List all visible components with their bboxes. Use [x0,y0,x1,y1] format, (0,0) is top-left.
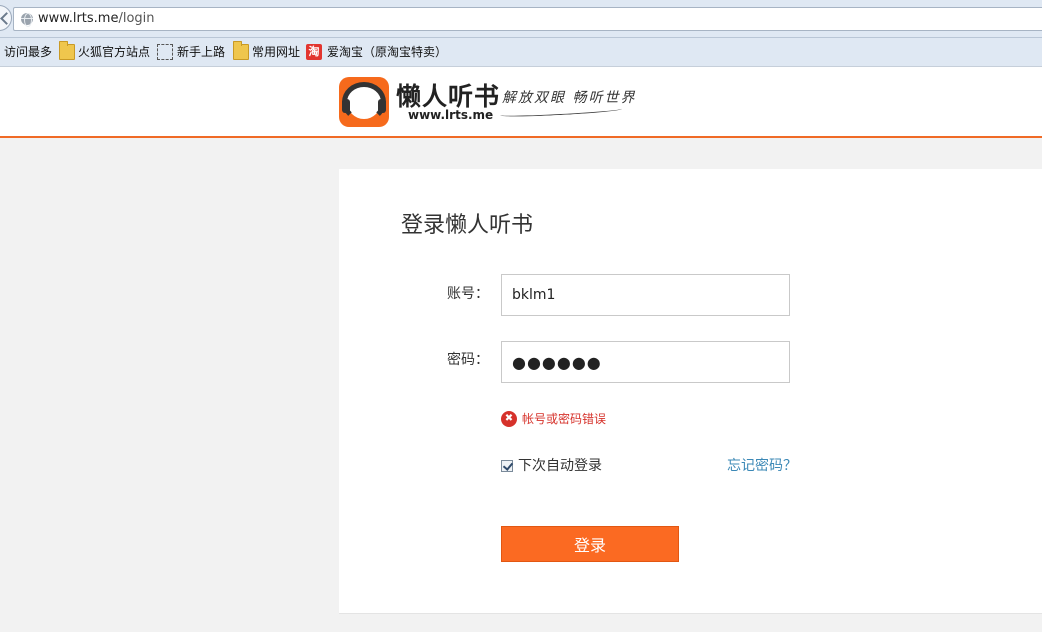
login-card: 登录懒人听书 账号： 密码： ✖ 帐号或密码错误 下次自动登录 忘记密码？ 登录 [339,169,1042,614]
slogan-swoosh [499,105,623,119]
address-field[interactable]: www.lrts.me/login [13,7,1042,31]
back-arrow-icon[interactable] [0,5,12,31]
remember-me-checkbox[interactable] [501,460,513,472]
bookmark-common-sites[interactable]: 常用网址 [252,44,300,61]
account-input[interactable] [501,274,790,316]
url-text[interactable]: www.lrts.me/login [38,10,155,28]
folder-icon [233,41,249,60]
lrts-logo-icon[interactable] [339,77,389,127]
login-button[interactable]: 登录 [501,526,679,562]
logo-domain: www.lrts.me [408,108,494,122]
folder-icon [59,41,75,60]
logo-earcup-right [378,99,386,113]
browser-url-bar: www.lrts.me/login [0,0,1042,38]
remember-me-label[interactable]: 下次自动登录 [518,457,602,475]
password-input[interactable] [501,341,790,383]
globe-icon [21,13,33,27]
password-label: 密码： [447,352,489,368]
taobao-icon: 淘 [306,44,322,60]
page-title: 登录懒人听书 [401,213,534,238]
url-host: www.lrts.me [38,11,119,26]
logo-slogan: 解放双眼 畅听世界 [502,90,637,106]
url-path: /login [118,11,155,26]
error-icon: ✖ [501,411,517,427]
dashed-page-icon [157,44,173,60]
logo-earcup-left [342,99,350,113]
site-header: 懒人听书 www.lrts.me 解放双眼 畅听世界 [0,67,1042,138]
bookmark-ai-taobao[interactable]: 爱淘宝（原淘宝特卖） [327,44,447,61]
account-label: 账号： [447,286,489,302]
bookmark-most-visited[interactable]: 访问最多 [4,44,52,61]
bookmark-firefox-official[interactable]: 火狐官方站点 [78,44,150,61]
bookmark-getting-started[interactable]: 新手上路 [177,44,225,61]
forgot-password-link[interactable]: 忘记密码？ [727,457,797,475]
bookmarks-toolbar: 访问最多 火狐官方站点 新手上路 常用网址 淘 爱淘宝（原淘宝特卖） [0,38,1042,67]
error-message: 帐号或密码错误 [522,412,607,426]
